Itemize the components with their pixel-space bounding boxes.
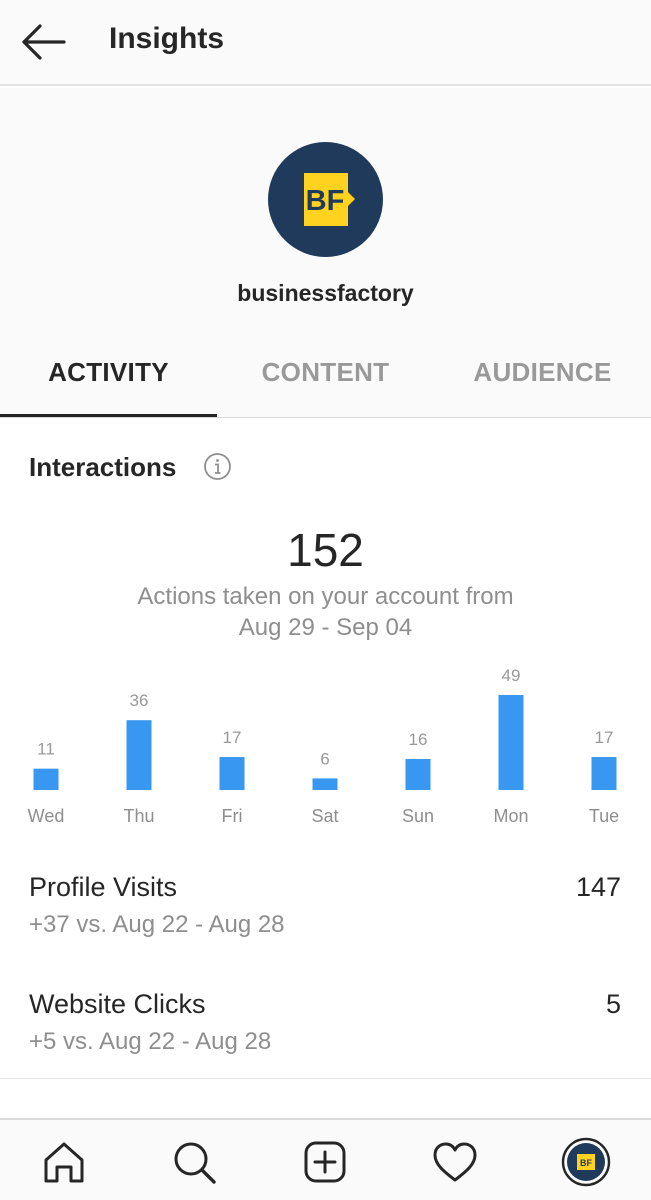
chart-bar-sat (312, 778, 338, 790)
website-clicks-label: Website Clicks (29, 989, 206, 1019)
back-arrow-icon (22, 24, 66, 60)
chart-category-label: Sun (402, 806, 434, 826)
new-post-icon[interactable] (299, 1136, 351, 1188)
tab-audience[interactable]: AUDIENCE (434, 357, 651, 388)
profile-visits-value: 147 (575, 872, 621, 902)
tab-activity[interactable]: ACTIVITY (0, 357, 217, 388)
profile-visits-comparison: +37 vs. Aug 22 - Aug 28 (29, 911, 285, 938)
chart-bar-thu (126, 720, 152, 790)
tab-bar: ACTIVITY CONTENT AUDIENCE (0, 335, 651, 418)
brand-logo-icon: BF (304, 173, 355, 226)
heart-icon[interactable] (429, 1136, 481, 1188)
website-clicks-value: 5 (605, 989, 621, 1019)
chart-value-label: 11 (37, 740, 55, 759)
logo-text: BF (306, 185, 345, 217)
website-clicks-comparison: +5 vs. Aug 22 - Aug 28 (29, 1028, 272, 1055)
chart-value-label: 36 (130, 691, 149, 710)
profile-tab-avatar[interactable]: BF (560, 1136, 612, 1188)
chart-category-label: Wed (28, 806, 65, 826)
interactions-subtitle: Actions taken on your account from (137, 583, 514, 610)
page-title: Insights (109, 22, 225, 55)
back-button[interactable] (18, 20, 68, 64)
interactions-title: Interactions (29, 452, 177, 482)
username: businessfactory (237, 280, 414, 306)
chart-value-label: 17 (223, 728, 242, 747)
chart-category-label: Fri (222, 806, 243, 826)
home-icon[interactable] (38, 1136, 90, 1188)
section-divider (0, 1078, 651, 1079)
chart-value-label: 17 (595, 728, 614, 747)
chart-bar-tue (591, 757, 617, 790)
chart-category-label: Tue (589, 806, 619, 826)
chart-bar-mon (498, 695, 524, 790)
interactions-total: 152 (287, 524, 364, 576)
chart-category-label: Thu (123, 806, 154, 826)
chart-value-label: 6 (320, 749, 329, 768)
tab-content[interactable]: CONTENT (217, 357, 434, 388)
info-icon[interactable] (203, 452, 232, 481)
search-icon[interactable] (168, 1136, 220, 1188)
bottom-navigation: BF (0, 1118, 651, 1200)
profile-avatar: BF (268, 142, 383, 257)
chart-value-label: 49 (502, 666, 521, 685)
chart-bar-fri (219, 757, 245, 790)
chart-bar-wed (33, 768, 59, 790)
profile-section: BF businessfactory (0, 88, 651, 335)
top-bar: Insights (0, 0, 651, 86)
chart-category-label: Sat (311, 806, 338, 826)
chart-value-label: 16 (409, 730, 428, 749)
interactions-chart: 11 Wed 36 Thu 17 Fri 6 Sat 16 Sun 49 Mon 17 Tue (28, 666, 620, 826)
active-tab-indicator (0, 414, 217, 417)
chart-bar-sun (405, 758, 431, 790)
chart-category-label: Mon (493, 806, 528, 826)
profile-visits-label: Profile Visits (29, 872, 178, 902)
interactions-date-range: Aug 29 - Sep 04 (238, 614, 413, 641)
avatar-logo-text: BF (580, 1158, 592, 1168)
